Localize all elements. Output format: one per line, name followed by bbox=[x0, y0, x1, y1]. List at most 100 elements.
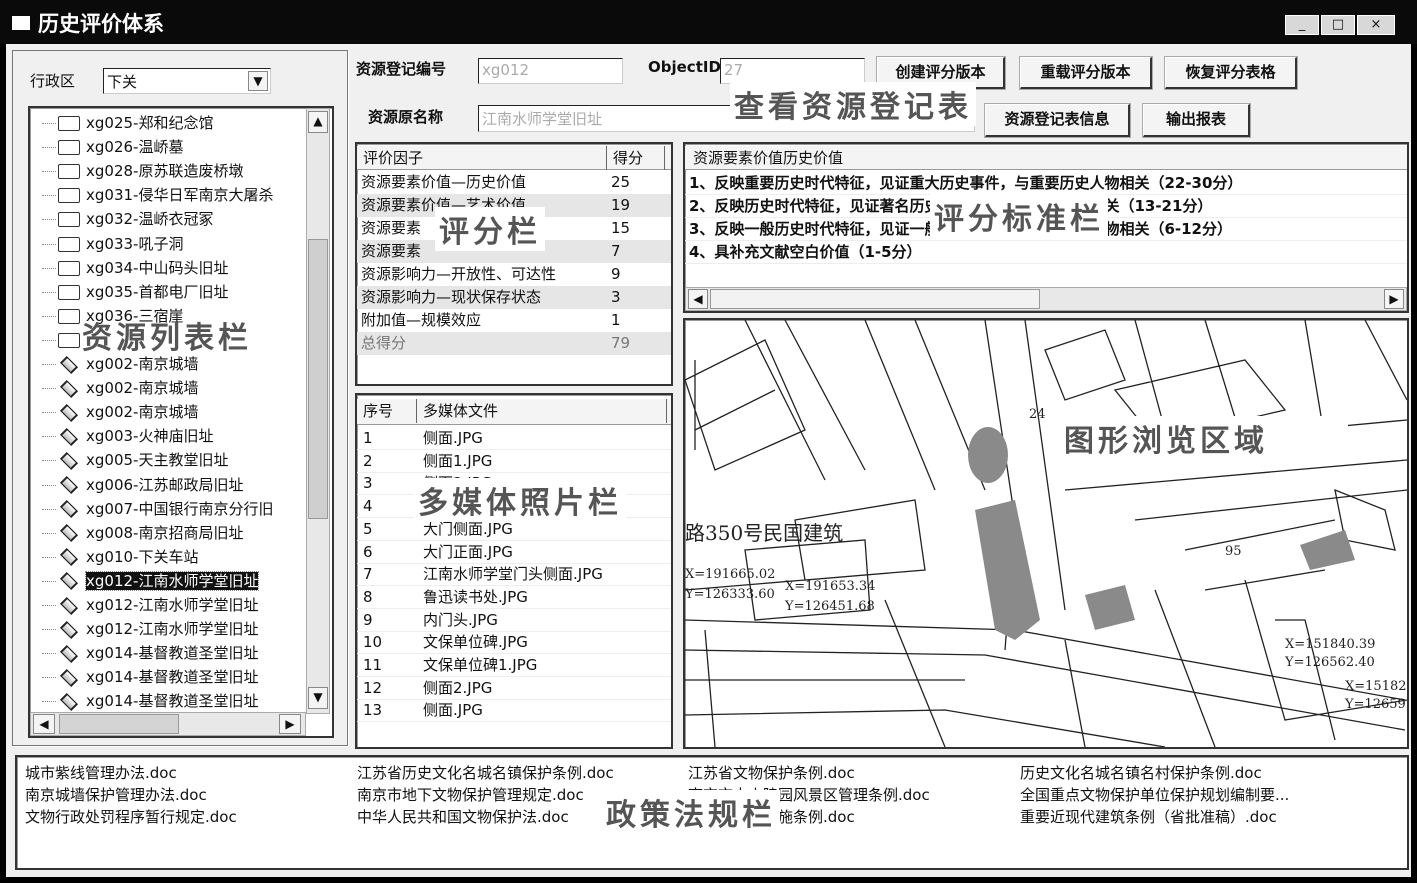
tree-item[interactable]: xg012-江南水师学堂旧址 bbox=[58, 570, 260, 592]
restore-score-table-button[interactable]: 恢复评分表格 bbox=[1164, 56, 1298, 90]
tree-item[interactable]: xg003-火神庙旧址 bbox=[58, 425, 213, 447]
score-value: 1 bbox=[611, 311, 621, 329]
policy-file-link[interactable]: 江苏省文物保护条例.doc bbox=[688, 762, 855, 783]
tree-item[interactable]: xg008-南京招商局旧址 bbox=[58, 522, 243, 544]
tree-item[interactable]: xg025-郑和纪念馆 bbox=[58, 112, 213, 134]
media-row[interactable]: 13 侧面.JPG bbox=[357, 699, 671, 723]
policy-file-link[interactable]: 文物行政处罚程序暂行规定.doc bbox=[25, 806, 237, 827]
tree-item[interactable]: xg014-基督教道圣堂旧址 bbox=[58, 690, 258, 712]
tree-connector bbox=[42, 219, 56, 221]
media-row[interactable]: 2 侧面1.JPG bbox=[357, 450, 671, 473]
tree-vscrollbar[interactable]: ▲ ▼ bbox=[306, 108, 330, 714]
policy-file-link[interactable]: 中华人民共和国文物保护法.doc bbox=[357, 806, 569, 827]
window-title: 历史评价体系 bbox=[38, 12, 164, 36]
tree-hscroll-thumb[interactable] bbox=[59, 714, 179, 734]
tree-item[interactable]: xg006-江苏邮政局旧址 bbox=[58, 474, 243, 496]
media-index: 7 bbox=[363, 565, 373, 584]
map-label: X=151840.39 bbox=[1285, 637, 1375, 652]
map-label: Y=12659. bbox=[1344, 697, 1407, 712]
export-report-button[interactable]: 输出报表 bbox=[1142, 103, 1251, 138]
folder-icon bbox=[58, 236, 80, 252]
map-canvas[interactable]: 路350号民国建筑 X=191665.02 Y=126333.60 X=1916… bbox=[685, 320, 1407, 747]
district-select[interactable]: 下关 ▼ bbox=[103, 68, 271, 94]
media-table[interactable]: 序号 多媒体文件 1侧面.JPG2侧面1.JPG3侧面2.JPG45大门侧面.J… bbox=[355, 393, 673, 749]
scroll-right-icon[interactable]: ▶ bbox=[279, 714, 301, 734]
tree-item[interactable]: xg026-温峤墓 bbox=[58, 136, 183, 158]
tree-hscrollbar[interactable]: ◀ ▶ bbox=[30, 712, 306, 736]
media-row[interactable]: 9 内门头.JPG bbox=[357, 609, 671, 632]
policy-file-link[interactable]: 全国重点文物保护单位保护规划编制要... bbox=[1020, 784, 1289, 805]
maximize-button[interactable]: □ bbox=[1321, 15, 1355, 35]
score-row[interactable]: 资源要素价值—历史价值 25 bbox=[357, 171, 671, 194]
tree-item-label: xg035-首都电厂旧址 bbox=[86, 282, 229, 301]
media-row[interactable]: 1 侧面.JPG bbox=[357, 427, 671, 450]
tree-item[interactable]: xg035-首都电厂旧址 bbox=[58, 281, 228, 303]
media-row[interactable]: 12 侧面2.JPG bbox=[357, 677, 671, 700]
criteria-row[interactable]: 1、反映重要历史时代特征，见证重大历史事件，与重要历史人物相关（22-30分） bbox=[685, 172, 1407, 195]
tree-item-label: xg010-下关车站 bbox=[86, 547, 199, 566]
map-building-mark[interactable] bbox=[1300, 530, 1355, 570]
tree-item[interactable]: xg007-中国银行南京分行旧 bbox=[58, 498, 273, 520]
reload-score-version-button[interactable]: 重载评分版本 bbox=[1019, 56, 1153, 90]
score-row[interactable]: 总得分 79 bbox=[357, 332, 671, 355]
policy-file-link[interactable]: 南京市地下文物保护管理规定.doc bbox=[357, 784, 584, 805]
score-table[interactable]: 评价因子 得分 资源要素价值—历史价值 25 资源要素价值—艺术价值 19 资源要素 15… bbox=[355, 142, 673, 386]
score-factor: 资源要素 bbox=[361, 219, 422, 237]
map-building-mark[interactable] bbox=[1085, 585, 1135, 630]
media-row[interactable]: 11 文保单位碑1.JPG bbox=[357, 654, 671, 677]
tree-item[interactable]: xg005-天主教堂旧址 bbox=[58, 449, 228, 471]
media-header-index[interactable]: 序号 bbox=[357, 399, 417, 423]
score-row[interactable]: 附加值—规模效应 1 bbox=[357, 309, 671, 332]
reg-no-input[interactable]: xg012 bbox=[478, 58, 623, 84]
policy-file-link[interactable]: 历史文化名城名镇名村保护条例.doc bbox=[1020, 762, 1262, 783]
scroll-up-icon[interactable]: ▲ bbox=[308, 111, 328, 133]
policy-file-link[interactable]: 南京城墙保护管理办法.doc bbox=[25, 784, 207, 805]
score-row[interactable]: 资源影响力—开放性、可达性 9 bbox=[357, 263, 671, 286]
chevron-down-icon[interactable]: ▼ bbox=[248, 71, 268, 91]
policy-file-link[interactable]: 江苏省历史文化名城名镇保护条例.doc bbox=[357, 762, 614, 783]
tree-vscroll-thumb[interactable] bbox=[308, 239, 328, 519]
map-building-mark[interactable] bbox=[968, 427, 1008, 483]
media-row[interactable]: 6 大门正面.JPG bbox=[357, 541, 671, 564]
criteria-hscroll-thumb[interactable] bbox=[710, 289, 1040, 309]
tree-item[interactable]: xg034-中山码头旧址 bbox=[58, 257, 228, 279]
tree-item[interactable]: xg010-下关车站 bbox=[58, 546, 198, 568]
minimize-button[interactable]: _ bbox=[1285, 15, 1319, 35]
map-building-mark[interactable] bbox=[975, 500, 1040, 640]
policy-file-link[interactable]: 重要近现代建筑条例（省批准稿）.doc bbox=[1020, 806, 1277, 827]
tree-item[interactable]: xg031-侵华日军南京大屠杀 bbox=[58, 184, 273, 206]
media-row[interactable]: 7 江南水师学堂门头侧面.JPG bbox=[357, 563, 671, 587]
tree-item[interactable]: xg002-南京城墙 bbox=[58, 377, 198, 399]
media-row[interactable]: 8 鲁迅读书处.JPG bbox=[357, 586, 671, 609]
tree-item[interactable]: xg012-江南水师学堂旧址 bbox=[58, 618, 258, 640]
scroll-down-icon[interactable]: ▼ bbox=[308, 687, 328, 709]
tree-item[interactable]: xg028-原苏联造废桥墩 bbox=[58, 160, 243, 182]
criteria-hscrollbar[interactable]: ◀ ▶ bbox=[685, 287, 1407, 311]
tree-item[interactable]: xg002-南京城墙 bbox=[58, 401, 198, 423]
score-row[interactable]: 资源影响力—现状保存状态 3 bbox=[357, 286, 671, 309]
feature-icon bbox=[59, 596, 79, 615]
folder-icon bbox=[58, 308, 80, 324]
registration-info-button[interactable]: 资源登记表信息 bbox=[984, 103, 1131, 138]
tree-item[interactable]: xg012-江南水师学堂旧址 bbox=[58, 594, 258, 616]
close-button[interactable]: × bbox=[1357, 15, 1395, 35]
tree-item[interactable]: xg014-基督教道圣堂旧址 bbox=[58, 642, 258, 664]
criteria-row[interactable]: 4、具补充文献空白价值（1-5分） bbox=[685, 241, 1407, 264]
tree-item[interactable]: xg014-基督教道圣堂旧址 bbox=[58, 666, 258, 688]
objectid-input[interactable]: 27 bbox=[720, 58, 865, 84]
scroll-right-icon[interactable]: ▶ bbox=[1384, 289, 1404, 309]
resource-tree[interactable]: ▲ ▼ ◀ ▶ xg025-郑和纪念馆 xg026-温峤墓 xg028-原苏联造废桥… bbox=[28, 106, 334, 738]
map-viewer[interactable]: 路350号民国建筑 X=191665.02 Y=126333.60 X=1916… bbox=[683, 318, 1409, 749]
tree-item[interactable]: xg032-温峤衣冠冢 bbox=[58, 208, 213, 230]
policy-file-link[interactable]: 城市紫线管理办法.doc bbox=[25, 762, 177, 783]
score-header-factor[interactable]: 评价因子 bbox=[357, 146, 607, 170]
score-factor: 附加值—规模效应 bbox=[361, 311, 482, 329]
media-row[interactable]: 10 文保单位碑.JPG bbox=[357, 631, 671, 655]
score-header-score[interactable]: 得分 bbox=[607, 146, 665, 170]
scroll-left-icon[interactable]: ◀ bbox=[33, 714, 55, 734]
folder-icon bbox=[58, 212, 80, 228]
media-header-file[interactable]: 多媒体文件 bbox=[417, 399, 667, 423]
tree-item[interactable]: xg033-吼子洞 bbox=[58, 233, 183, 255]
annotation-register: 查看资源登记表 bbox=[730, 82, 976, 126]
scroll-left-icon[interactable]: ◀ bbox=[688, 289, 708, 309]
